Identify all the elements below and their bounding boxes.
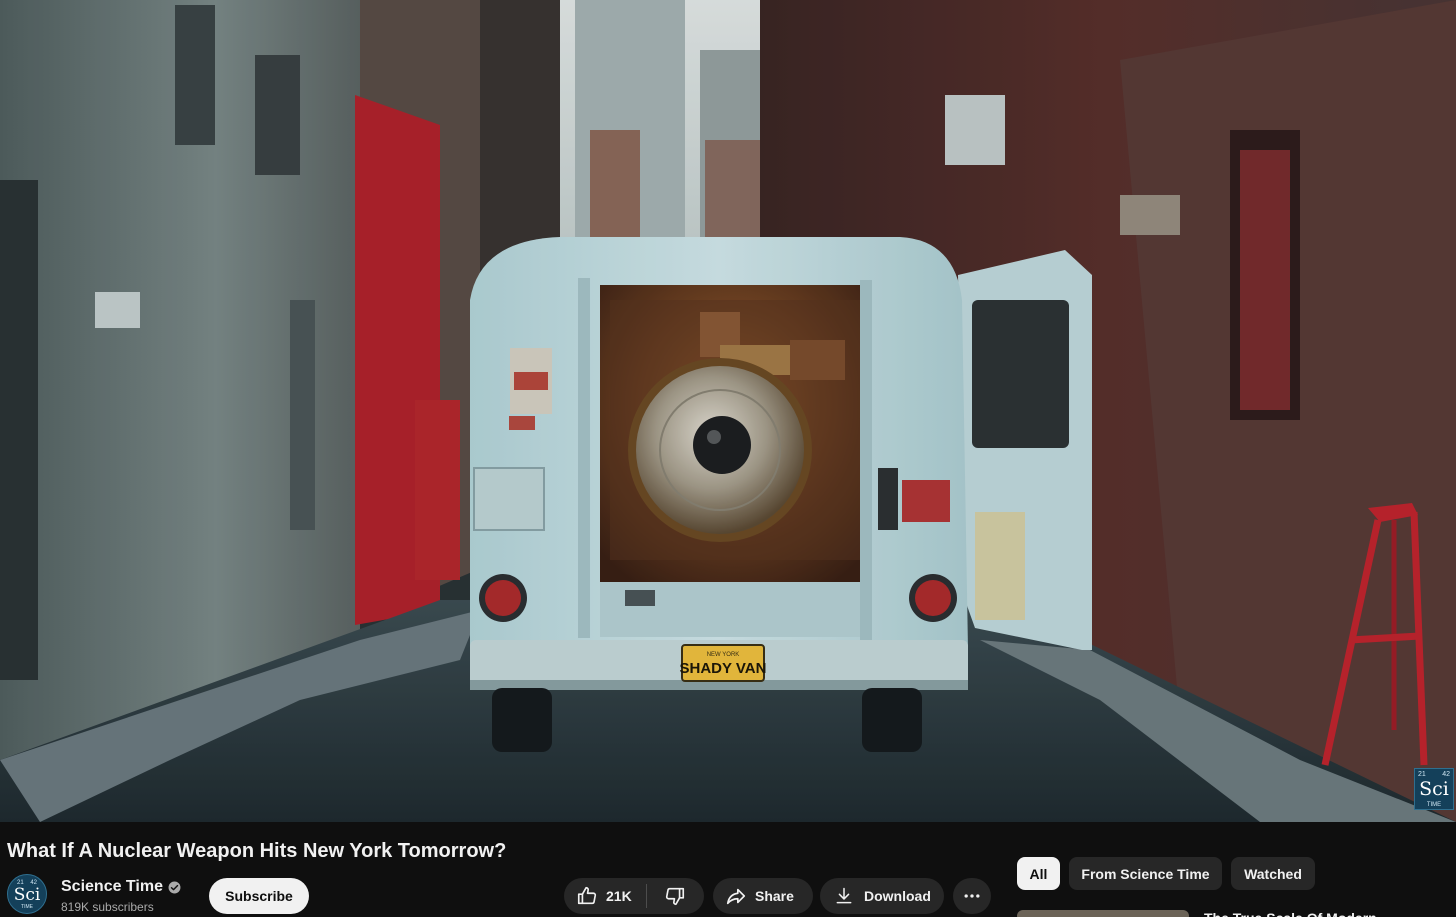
watermark-number-left: 21 — [1418, 771, 1426, 778]
watermark-name: TIME — [1426, 802, 1442, 808]
video-frame-scene: NEW YORK SHADY VAN — [0, 0, 1456, 822]
dislike-button[interactable] — [647, 878, 704, 914]
thumbs-up-icon — [576, 885, 598, 907]
share-label: Share — [755, 888, 794, 904]
share-icon — [725, 885, 747, 907]
chip-from-channel[interactable]: From Science Time — [1069, 857, 1222, 890]
channel-name[interactable]: Science Time — [61, 878, 163, 896]
chip-watched[interactable]: Watched — [1231, 857, 1315, 890]
download-button[interactable]: Download — [820, 878, 944, 914]
thumbs-down-icon — [664, 885, 686, 907]
channel-watermark[interactable]: 21 42 Sci TIME — [1414, 768, 1454, 810]
youtube-watch-page: NEW YORK SHADY VAN 21 42 Sci TIME What I… — [0, 0, 1456, 917]
download-icon — [834, 886, 854, 906]
avatar-symbol: Sci — [13, 885, 41, 905]
video-player[interactable]: NEW YORK SHADY VAN 21 42 Sci TIME — [0, 0, 1456, 822]
verified-icon — [168, 881, 181, 894]
like-dislike-group: 21K — [564, 878, 704, 914]
chip-all[interactable]: All — [1017, 857, 1060, 890]
subscriber-count: 819K subscribers — [61, 900, 154, 914]
more-icon — [962, 886, 982, 906]
channel-name-line: Science Time — [61, 876, 181, 898]
like-count: 21K — [606, 888, 632, 904]
subscribe-button[interactable]: Subscribe — [209, 878, 309, 914]
watermark-symbol: Sci — [1419, 778, 1449, 800]
avatar-name: TIME — [21, 904, 33, 910]
like-button[interactable]: 21K — [564, 878, 646, 914]
recommended-thumbnail[interactable] — [1017, 910, 1189, 917]
more-actions-button[interactable] — [953, 878, 991, 914]
video-title: What If A Nuclear Weapon Hits New York T… — [7, 840, 507, 862]
channel-actions-row: 21 42 Sci TIME Science Time 819K subscri… — [7, 874, 997, 917]
share-button[interactable]: Share — [713, 878, 813, 914]
channel-info: Science Time 819K subscribers — [61, 876, 181, 914]
recommended-title[interactable]: The True Scale Of Modern ... — [1204, 910, 1454, 917]
channel-avatar[interactable]: 21 42 Sci TIME — [7, 874, 47, 914]
download-label: Download — [864, 888, 931, 904]
watermark-number-right: 42 — [1442, 771, 1450, 778]
